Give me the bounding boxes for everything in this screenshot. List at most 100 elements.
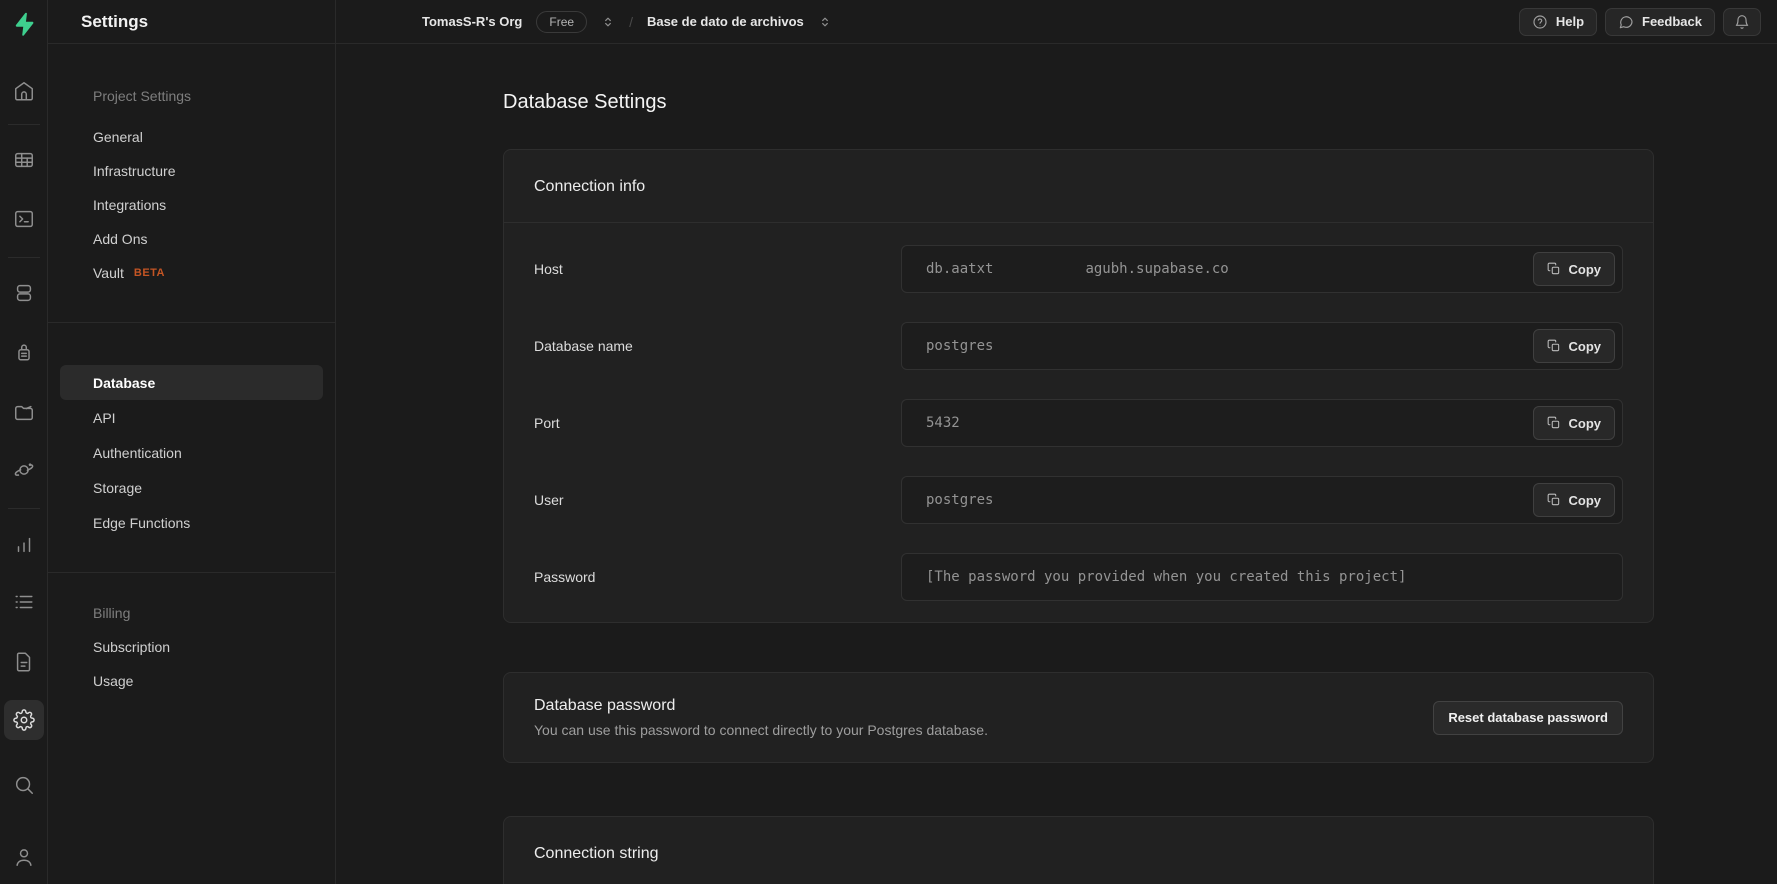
connection-info-body: Host db.aatxt agubh.supabase.co Copy [504, 223, 1653, 622]
database-password-card: Database password You can use this passw… [503, 672, 1654, 763]
sidebar-item-vault[interactable]: Vault BETA [48, 256, 335, 290]
storage-icon[interactable] [4, 393, 44, 433]
nav-section-project-settings: Project Settings General Infrastructure … [48, 79, 335, 290]
docs-icon[interactable] [4, 642, 44, 682]
port-row: Port 5432 Copy [534, 399, 1623, 447]
bell-icon [1734, 14, 1750, 30]
sidebar-item-storage[interactable]: Storage [48, 470, 335, 505]
port-value: 5432 [926, 415, 960, 431]
sidebar-item-authentication[interactable]: Authentication [48, 435, 335, 470]
help-circle-icon [1532, 14, 1548, 30]
topbar-actions: Help Feedback [1519, 8, 1761, 36]
sidebar-item-label: Infrastructure [93, 163, 175, 179]
database-password-description: You can use this password to connect dir… [534, 722, 988, 738]
page-scroll-area[interactable]: Database Settings Connection info Host d… [336, 44, 1777, 884]
user-value: postgres [926, 492, 993, 508]
copy-button-label: Copy [1569, 339, 1602, 354]
database-name-value: postgres [926, 338, 993, 354]
sidebar-item-infrastructure[interactable]: Infrastructure [48, 154, 335, 188]
host-value-field: db.aatxt agubh.supabase.co Copy [901, 245, 1623, 293]
copy-database-name-button[interactable]: Copy [1533, 329, 1616, 363]
sidebar-item-label: Storage [93, 480, 142, 496]
sidebar-item-label: Database [93, 375, 155, 391]
copy-button-label: Copy [1569, 416, 1602, 431]
host-value-end: agubh.supabase.co [1085, 261, 1228, 277]
supabase-logo[interactable] [0, 0, 47, 48]
settings-icon[interactable] [4, 700, 44, 740]
sidebar-item-label: General [93, 129, 143, 145]
sidebar-item-api[interactable]: API [48, 400, 335, 435]
nav-section-project-areas: Database API Authentication Storage Edge… [48, 323, 335, 540]
connection-info-header: Connection info [504, 150, 1653, 223]
sidebar-item-add-ons[interactable]: Add Ons [48, 222, 335, 256]
host-label: Host [534, 261, 901, 277]
port-value-field: 5432 Copy [901, 399, 1623, 447]
sidebar-item-label: Usage [93, 673, 133, 689]
sidebar-item-general[interactable]: General [48, 120, 335, 154]
breadcrumb: TomasS-R's Org Free / Base de dato de ar… [422, 11, 832, 33]
notifications-button[interactable] [1723, 8, 1761, 36]
chevron-up-down-icon[interactable] [818, 15, 832, 29]
connection-info-card: Connection info Host db.aatxt agubh.supa… [503, 149, 1654, 623]
copy-icon [1547, 262, 1561, 276]
copy-icon [1547, 416, 1561, 430]
database-name-value-field: postgres Copy [901, 322, 1623, 370]
edge-functions-icon[interactable] [4, 450, 44, 490]
user-value-field: postgres Copy [901, 476, 1623, 524]
password-row: Password [The password you provided when… [534, 553, 1623, 601]
sidebar-item-label: Authentication [93, 445, 182, 461]
reset-database-password-button[interactable]: Reset database password [1433, 701, 1623, 735]
sidebar-item-label: Add Ons [93, 231, 147, 247]
sidebar-item-edge-functions[interactable]: Edge Functions [48, 505, 335, 540]
connection-string-title: Connection string [534, 840, 1623, 868]
user-label: User [534, 492, 901, 508]
copy-host-button[interactable]: Copy [1533, 252, 1616, 286]
reports-icon[interactable] [4, 525, 44, 565]
sidebar-item-usage[interactable]: Usage [48, 664, 335, 698]
plan-badge[interactable]: Free [536, 11, 587, 33]
host-value-start: db.aatxt [926, 261, 993, 277]
rail-divider [8, 257, 40, 258]
feedback-button[interactable]: Feedback [1605, 8, 1715, 36]
host-row: Host db.aatxt agubh.supabase.co Copy [534, 245, 1623, 293]
icon-rail [0, 0, 48, 884]
chevron-up-down-icon[interactable] [601, 15, 615, 29]
beta-badge: BETA [134, 267, 165, 279]
copy-button-label: Copy [1569, 262, 1602, 277]
database-icon[interactable] [4, 273, 44, 313]
sidebar-item-integrations[interactable]: Integrations [48, 188, 335, 222]
supabase-bolt-icon [11, 11, 37, 37]
breadcrumb-separator: / [629, 14, 633, 30]
account-icon[interactable] [4, 837, 44, 877]
nav-section-billing: Billing Subscription Usage [48, 573, 335, 698]
search-icon[interactable] [4, 765, 44, 805]
copy-user-button[interactable]: Copy [1533, 483, 1616, 517]
rail-divider [8, 124, 40, 125]
logs-icon[interactable] [4, 582, 44, 622]
sidebar-title: Settings [48, 0, 335, 44]
table-editor-icon[interactable] [4, 140, 44, 180]
sidebar-item-subscription[interactable]: Subscription [48, 630, 335, 664]
rail-divider [8, 508, 40, 509]
sidebar-item-database[interactable]: Database [60, 365, 323, 400]
port-label: Port [534, 415, 901, 431]
authentication-icon[interactable] [4, 332, 44, 372]
org-name[interactable]: TomasS-R's Org [422, 14, 522, 29]
sidebar-item-label: Integrations [93, 197, 166, 213]
copy-port-button[interactable]: Copy [1533, 406, 1616, 440]
nav-section-label: Project Settings [48, 79, 335, 113]
home-icon[interactable] [4, 71, 44, 111]
sql-editor-icon[interactable] [4, 199, 44, 239]
main-area: TomasS-R's Org Free / Base de dato de ar… [336, 0, 1777, 884]
copy-icon [1547, 339, 1561, 353]
user-row: User postgres Copy [534, 476, 1623, 524]
password-value-field: [The password you provided when you crea… [901, 553, 1623, 601]
connection-string-card: Connection string [503, 816, 1654, 884]
database-name-row: Database name postgres Copy [534, 322, 1623, 370]
help-button[interactable]: Help [1519, 8, 1597, 36]
sidebar-item-label: Vault [93, 265, 124, 281]
project-name[interactable]: Base de dato de archivos [647, 14, 804, 29]
help-button-label: Help [1556, 14, 1584, 29]
nav-section-label: Billing [48, 596, 335, 630]
copy-button-label: Copy [1569, 493, 1602, 508]
